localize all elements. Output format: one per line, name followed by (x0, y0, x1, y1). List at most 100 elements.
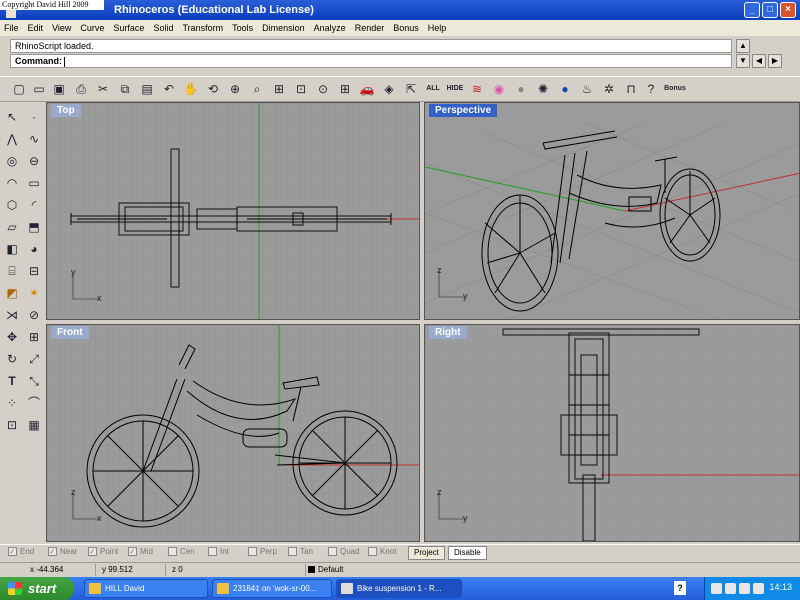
osnap-tan-checkbox[interactable] (288, 547, 297, 556)
mesh-icon[interactable]: ⊟ (25, 262, 43, 280)
menu-help[interactable]: Help (428, 23, 447, 33)
box-solid-icon[interactable]: ◧ (3, 240, 21, 258)
sphere-solid-icon[interactable]: ◕ (25, 240, 43, 258)
disable-toggle-button[interactable]: Disable (448, 546, 487, 560)
zoom-selected-icon[interactable]: ⊡ (292, 80, 310, 98)
zoom-window-icon[interactable]: ⌕ (248, 80, 266, 98)
osnap-near[interactable]: ✓ Near (48, 547, 77, 556)
osnap-end-checkbox[interactable]: ✓ (8, 547, 17, 556)
curve-icon[interactable]: ∿ (25, 130, 43, 148)
viewport-label-top[interactable]: Top (51, 104, 81, 117)
osnap-point-checkbox[interactable]: ✓ (88, 547, 97, 556)
menu-curve[interactable]: Curve (80, 23, 104, 33)
history-scroll-up-icon[interactable]: ▲ (736, 39, 750, 53)
text-icon[interactable]: T (3, 372, 21, 390)
ellipse-icon[interactable]: ⊖ (25, 152, 43, 170)
grid-points-icon[interactable]: ⁘ (3, 394, 21, 412)
osnap-tan[interactable]: Tan (288, 547, 313, 556)
grid-snap-icon[interactable]: ⊓ (622, 80, 640, 98)
menu-tools[interactable]: Tools (232, 23, 253, 33)
rotate-view-icon[interactable]: ⟲ (204, 80, 222, 98)
menu-edit[interactable]: Edit (28, 23, 44, 33)
material-sphere-icon[interactable]: ● (512, 80, 530, 98)
rotate-icon[interactable]: ↻ (3, 350, 21, 368)
split-icon[interactable]: ⊘ (25, 306, 43, 324)
osnap-quad[interactable]: Quad (328, 547, 360, 556)
viewport-right[interactable]: Right z y (424, 324, 800, 542)
viewport-label-right[interactable]: Right (429, 326, 467, 339)
explode-icon[interactable]: ✶ (25, 284, 43, 302)
color-wheel-icon[interactable]: ◉ (490, 80, 508, 98)
extrude-icon[interactable]: ⬒ (25, 218, 43, 236)
new-file-icon[interactable]: ▢ (10, 80, 28, 98)
polygon-icon[interactable]: ⬡ (3, 196, 21, 214)
paste-icon[interactable]: ▤ (138, 80, 156, 98)
osnap-int-checkbox[interactable] (208, 547, 217, 556)
undo-icon[interactable]: ↶ (160, 80, 178, 98)
project-toggle-button[interactable]: Project (408, 546, 445, 560)
osnap-perp[interactable]: Perp (248, 547, 277, 556)
taskbar-item-bike-suspension[interactable]: Bike suspension 1 - R... (336, 579, 462, 598)
current-layer[interactable]: Default (308, 564, 428, 576)
menu-analyze[interactable]: Analyze (314, 23, 346, 33)
scale-icon[interactable]: ⤢ (25, 350, 43, 368)
osnap-cen[interactable]: Cen (168, 547, 195, 556)
move-icon[interactable]: ✥ (3, 328, 21, 346)
print-icon[interactable]: ⎙ (72, 80, 90, 98)
history-scroll-down-icon[interactable]: ▼ (736, 54, 750, 68)
volume-icon[interactable] (739, 583, 750, 594)
osnap-mid[interactable]: ✓ Mid (128, 547, 153, 556)
render-sphere-icon[interactable]: ● (556, 80, 574, 98)
minimize-button[interactable]: _ (744, 2, 760, 18)
save-icon[interactable]: ▣ (50, 80, 68, 98)
start-button[interactable]: start (0, 577, 74, 600)
copy-icon[interactable]: ⧉ (116, 80, 134, 98)
arc-icon[interactable]: ◠ (3, 174, 21, 192)
menu-transform[interactable]: Transform (182, 23, 223, 33)
osnap-quad-checkbox[interactable] (328, 547, 337, 556)
viewport-label-perspective[interactable]: Perspective (429, 104, 498, 117)
select-icon[interactable]: ⇱ (402, 80, 420, 98)
four-viewports-icon[interactable]: ⊞ (336, 80, 354, 98)
osnap-mid-checkbox[interactable]: ✓ (128, 547, 137, 556)
network-icon[interactable] (711, 583, 722, 594)
options-gear-icon[interactable]: ✲ (600, 80, 618, 98)
viewport-front[interactable]: Front z x (46, 324, 420, 542)
trim-icon[interactable]: ⋊ (3, 306, 21, 324)
polyline-icon[interactable]: ⋀ (3, 130, 21, 148)
analyze-icon[interactable]: ⌒ (25, 394, 43, 412)
edit-points-icon[interactable]: ▦ (25, 416, 43, 434)
osnap-end[interactable]: ✓ End (8, 547, 34, 556)
taskbar-item-wok-sr[interactable]: 23184‡ on 'wok-sr-00... (212, 579, 332, 598)
menu-bonus[interactable]: Bonus (393, 23, 419, 33)
zoom-all-icon[interactable]: ⊙ (314, 80, 332, 98)
osnap-knot-checkbox[interactable] (368, 547, 377, 556)
tray-app-icon[interactable] (753, 583, 764, 594)
cut-icon[interactable]: ✂ (94, 80, 112, 98)
open-folder-icon[interactable]: ▭ (30, 80, 48, 98)
next-command-icon[interactable]: ▶ (768, 54, 782, 68)
osnap-int[interactable]: Int (208, 547, 229, 556)
point-icon[interactable]: · (25, 108, 43, 126)
select-arrow-icon[interactable]: ↖ (3, 108, 21, 126)
osnap-point[interactable]: ✓ Point (88, 547, 118, 556)
security-icon[interactable] (725, 583, 736, 594)
command-line[interactable]: Command: (10, 54, 732, 68)
hide-button[interactable]: HIDE (446, 80, 464, 98)
osnap-perp-checkbox[interactable] (248, 547, 257, 556)
maximize-button[interactable]: □ (762, 2, 778, 18)
help-tray-icon[interactable]: ? (674, 581, 686, 595)
viewport-perspective[interactable]: Perspective z y (424, 102, 800, 320)
menu-file[interactable]: File (4, 23, 19, 33)
surface-icon[interactable]: ▱ (3, 218, 21, 236)
menu-solid[interactable]: Solid (153, 23, 173, 33)
array-icon[interactable]: ⊞ (25, 328, 43, 346)
osnap-near-checkbox[interactable]: ✓ (48, 547, 57, 556)
menu-dimension[interactable]: Dimension (262, 23, 305, 33)
rectangle-icon[interactable]: ▭ (25, 174, 43, 192)
dimension-icon[interactable]: ⤡ (25, 372, 43, 390)
boolean-icon[interactable]: ◩ (3, 284, 21, 302)
taskbar-item-hill-david[interactable]: HILL David (84, 579, 208, 598)
viewport-label-front[interactable]: Front (51, 326, 89, 339)
zoom-extents-icon[interactable]: ⊞ (270, 80, 288, 98)
